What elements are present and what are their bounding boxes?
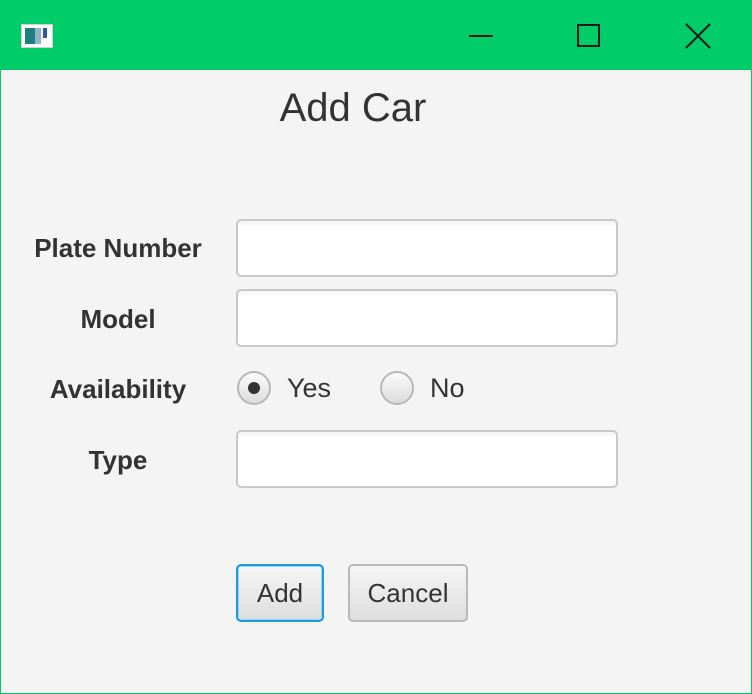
radio-button-selected[interactable]: [237, 371, 271, 405]
app-icon: [21, 24, 53, 48]
minimize-icon: [469, 35, 493, 37]
availability-yes-label[interactable]: Yes: [287, 373, 331, 404]
title-bar[interactable]: [1, 1, 751, 70]
availability-label: Availability: [49, 374, 187, 404]
maximize-button[interactable]: [535, 1, 643, 70]
plate-number-label: Plate Number: [34, 233, 202, 263]
radio-selected-dot: [248, 382, 260, 394]
type-field[interactable]: [236, 430, 618, 488]
plate-number-field[interactable]: [236, 219, 618, 277]
app-window: Add Car Plate Number Model Availability …: [0, 0, 752, 694]
page-title: Add Car: [279, 86, 427, 130]
availability-no-label[interactable]: No: [430, 373, 465, 404]
radio-button-unselected[interactable]: [380, 371, 414, 405]
add-button[interactable]: Add: [236, 564, 324, 622]
maximize-icon: [577, 24, 600, 47]
model-field[interactable]: [236, 289, 618, 347]
close-icon: [685, 23, 711, 49]
model-label: Model: [80, 304, 156, 334]
minimize-button[interactable]: [427, 1, 535, 70]
close-button[interactable]: [643, 1, 751, 70]
type-label: Type: [88, 445, 148, 475]
cancel-button[interactable]: Cancel: [348, 564, 468, 622]
